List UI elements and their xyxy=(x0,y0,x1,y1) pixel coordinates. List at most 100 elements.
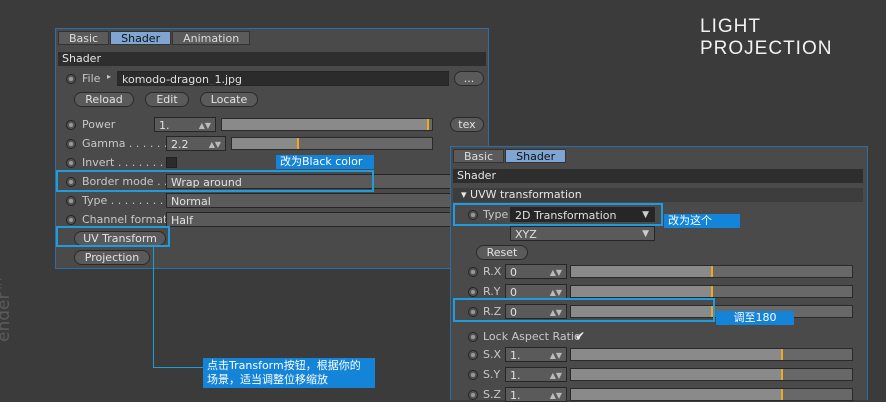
gamma-input[interactable]: 2.2 ▲▼ xyxy=(166,136,226,151)
spinner-icon[interactable]: ▲▼ xyxy=(550,265,562,278)
gamma-radio-icon[interactable] xyxy=(66,139,76,149)
spinner-icon[interactable]: ▲▼ xyxy=(550,348,562,361)
slider-handle[interactable] xyxy=(710,266,713,277)
tab-basic[interactable]: Basic xyxy=(453,149,505,163)
tab-basic[interactable]: Basic xyxy=(58,31,110,45)
note-transform-instructions: 点击Transform按钮，根据你的 场景，适当调整位移缩放 xyxy=(203,358,375,388)
sy-radio-icon[interactable] xyxy=(468,370,478,380)
channel-format-radio-icon[interactable] xyxy=(66,215,76,225)
slider-handle[interactable] xyxy=(780,389,783,400)
invert-radio-icon[interactable] xyxy=(66,158,76,168)
axis-order-dropdown[interactable]: XYZ ▼ xyxy=(510,226,655,241)
rx-radio-icon[interactable] xyxy=(468,267,478,277)
shader-section-header[interactable]: Shader xyxy=(453,169,863,183)
gamma-label: Gamma . . . . . . xyxy=(82,137,168,150)
lock-aspect-checkbox[interactable]: ✔ xyxy=(575,329,585,343)
note-line-1: 点击Transform按钮，根据你的 xyxy=(207,359,361,372)
uv-transform-highlight-box xyxy=(56,226,170,247)
channel-format-dropdown[interactable]: Half xyxy=(166,212,488,227)
type-label: Type . . . . . . . . xyxy=(82,194,164,207)
page-title: LIGHT PROJECTION xyxy=(700,16,833,59)
locate-button[interactable]: Locate xyxy=(200,92,258,107)
power-value: 1. xyxy=(159,119,170,132)
reload-button[interactable]: Reload xyxy=(74,92,134,107)
connector-line xyxy=(153,247,154,367)
power-input[interactable]: 1. ▲▼ xyxy=(154,117,216,132)
tab-shader[interactable]: Shader xyxy=(505,149,567,163)
power-slider[interactable] xyxy=(221,118,433,131)
slider-fill xyxy=(571,266,712,277)
slider-fill xyxy=(571,369,782,380)
spinner-icon[interactable]: ▲▼ xyxy=(209,137,221,150)
slider-fill xyxy=(571,349,782,360)
note-rotate-180: 调至180 xyxy=(716,311,794,325)
gamma-value: 2.2 xyxy=(171,138,189,151)
edit-button[interactable]: Edit xyxy=(145,92,189,107)
note-change-to-this: 改为这个 xyxy=(664,214,740,228)
reset-button[interactable]: Reset xyxy=(476,245,528,260)
slider-handle[interactable] xyxy=(780,349,783,360)
note-line-2: 场景，适当调整位移缩放 xyxy=(207,373,328,386)
sx-radio-icon[interactable] xyxy=(468,350,478,360)
spinner-icon[interactable]: ▲▼ xyxy=(550,368,562,381)
type-radio-icon[interactable] xyxy=(66,196,76,206)
side-watermark-text: ender™ xyxy=(0,275,14,342)
sx-label: S.X xyxy=(483,348,502,361)
slider-fill xyxy=(571,389,782,400)
file-browse-button[interactable]: ... xyxy=(454,71,484,86)
rx-slider[interactable] xyxy=(570,265,853,278)
ry-slider[interactable] xyxy=(570,285,853,298)
slider-handle[interactable] xyxy=(297,138,299,149)
file-label: File xyxy=(82,72,101,85)
rz-highlight-box xyxy=(453,298,715,322)
sy-value: 1. xyxy=(510,369,521,382)
uvw-type-highlight-box xyxy=(453,203,663,226)
type-dropdown[interactable]: Normal xyxy=(166,193,488,208)
invert-checkbox[interactable] xyxy=(166,157,177,168)
sy-input[interactable]: 1. ▲▼ xyxy=(505,367,567,382)
lock-aspect-radio-icon[interactable] xyxy=(468,332,478,342)
axis-order-value: XYZ xyxy=(515,228,537,241)
shader-section-header[interactable]: Shader xyxy=(58,52,486,66)
sz-slider[interactable] xyxy=(570,388,853,401)
ry-radio-icon[interactable] xyxy=(468,287,478,297)
tab-shader[interactable]: Shader xyxy=(110,31,172,45)
power-radio-icon[interactable] xyxy=(66,120,76,130)
note-black-color: 改为Black color xyxy=(276,155,374,169)
right-tabs: Basic Shader xyxy=(453,149,567,163)
sz-radio-icon[interactable] xyxy=(468,390,478,400)
right-attribute-panel: Basic Shader Shader ▾ UVW transformation… xyxy=(450,146,868,402)
connector-line xyxy=(153,367,203,368)
file-expand-icon[interactable]: ▸ xyxy=(107,70,111,84)
spinner-icon[interactable]: ▲▼ xyxy=(550,285,562,298)
slider-fill xyxy=(232,138,298,149)
file-radio-icon[interactable] xyxy=(66,74,76,84)
chevron-down-icon: ▼ xyxy=(642,229,649,239)
power-label: Power xyxy=(82,118,116,131)
slider-handle[interactable] xyxy=(426,119,429,130)
slider-handle[interactable] xyxy=(710,286,713,297)
projection-button[interactable]: Projection xyxy=(74,250,150,265)
gamma-slider[interactable] xyxy=(231,137,433,150)
lock-aspect-label: Lock Aspect Ratio xyxy=(483,330,581,343)
tab-animation[interactable]: Animation xyxy=(172,31,251,45)
channel-format-label: Channel format xyxy=(82,213,168,226)
slider-fill xyxy=(571,286,712,297)
uvw-transformation-header[interactable]: ▾ UVW transformation xyxy=(453,188,863,202)
sy-slider[interactable] xyxy=(570,368,853,381)
spinner-icon[interactable]: ▲▼ xyxy=(199,118,211,131)
ry-input[interactable]: 0 ▲▼ xyxy=(505,284,567,299)
rx-value: 0 xyxy=(510,266,517,279)
sz-value: 1. xyxy=(510,389,521,402)
tex-button[interactable]: tex xyxy=(450,117,484,132)
file-path-field[interactable]: komodo-dragon_1.jpg xyxy=(117,71,449,86)
sx-value: 1. xyxy=(510,349,521,362)
ry-label: R.Y xyxy=(483,285,501,298)
left-tabs: Basic Shader Animation xyxy=(58,31,251,45)
slider-handle[interactable] xyxy=(780,369,783,380)
sx-input[interactable]: 1. ▲▼ xyxy=(505,347,567,362)
sx-slider[interactable] xyxy=(570,348,853,361)
invert-label: Invert . . . . . . . xyxy=(82,156,164,169)
border-mode-highlight-box xyxy=(56,170,374,192)
rx-input[interactable]: 0 ▲▼ xyxy=(505,264,567,279)
